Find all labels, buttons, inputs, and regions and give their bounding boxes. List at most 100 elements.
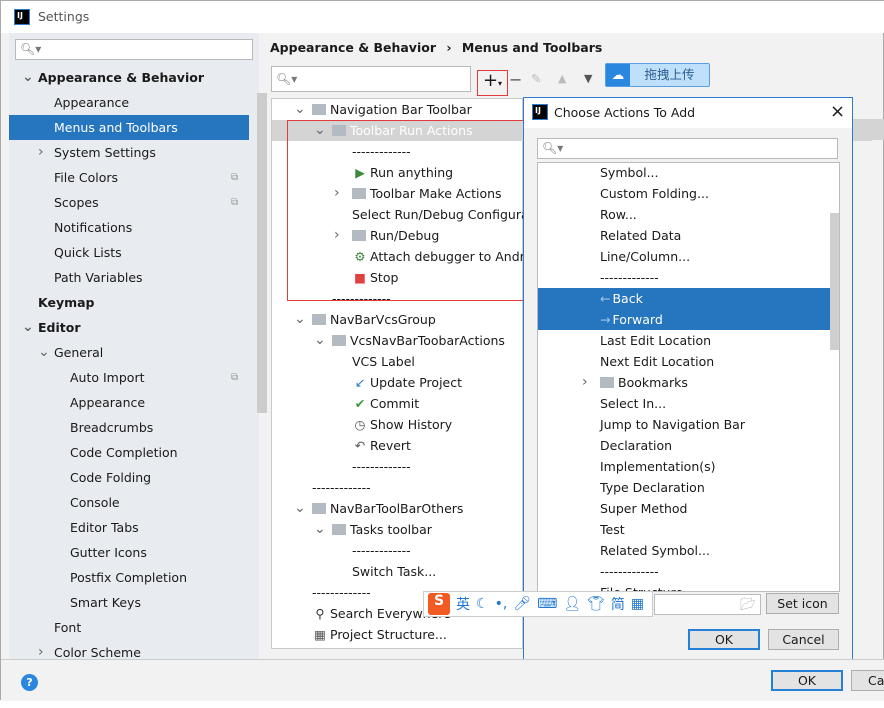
breadcrumb-parent[interactable]: Appearance & Behavior [270, 40, 436, 55]
moon-icon[interactable]: ☾ [476, 596, 489, 612]
sidebar-search-input[interactable]: 🔍︎▾ [15, 39, 253, 60]
dialog-cancel-button[interactable]: Cancel [768, 629, 839, 650]
chevron-down-icon[interactable]: ⌄ [38, 340, 50, 365]
sidebar-item[interactable]: Code Folding [9, 465, 249, 490]
project-scope-icon: ⧉ [231, 197, 239, 208]
action-item[interactable]: ------------- [538, 561, 830, 582]
skin-icon[interactable]: 👕︎ [587, 596, 605, 612]
action-item[interactable]: Related Symbol... [538, 540, 830, 561]
sidebar-item[interactable]: Keymap [9, 290, 249, 315]
user-icon[interactable]: 👤︎ [563, 596, 581, 612]
help-icon[interactable]: ? [21, 674, 38, 691]
folder-browse-icon[interactable]: 📂︎ [740, 596, 756, 612]
chevron-down-icon[interactable]: ⌄ [294, 309, 306, 330]
sidebar-item[interactable]: Gutter Icons [9, 540, 249, 565]
chevron-down-icon[interactable]: ⌄ [22, 315, 34, 340]
sidebar-item[interactable]: Console [9, 490, 249, 515]
action-item-label: Implementation(s) [600, 459, 716, 474]
move-up-button[interactable]: ▲ [558, 72, 566, 85]
ime-lang[interactable]: 英 [456, 594, 470, 614]
remove-button[interactable]: − [509, 70, 522, 89]
action-item-label: Test [600, 522, 625, 537]
sidebar-item[interactable]: Quick Lists [9, 240, 249, 265]
set-icon-button[interactable]: Set icon [766, 593, 839, 614]
dialog-search-input[interactable]: 🔍︎▾ [537, 138, 838, 159]
sidebar-item[interactable]: Editor Tabs [9, 515, 249, 540]
move-down-button[interactable]: ▼ [584, 72, 592, 85]
breadcrumb: Appearance & Behavior › Menus and Toolba… [270, 40, 602, 55]
breadcrumb-separator: › [446, 40, 452, 55]
sidebar-item[interactable]: Scopes ⧉ [9, 190, 249, 215]
sidebar-item[interactable]: Postfix Completion [9, 565, 249, 590]
sidebar-item[interactable]: Menus and Toolbars [9, 115, 249, 140]
sidebar-item[interactable]: Notifications [9, 215, 249, 240]
action-item[interactable]: → Forward [538, 309, 830, 330]
sidebar-item[interactable]: ⌄ Editor [9, 315, 249, 340]
list-scrollbar[interactable] [830, 213, 839, 350]
simplified-icon[interactable]: 简 [611, 594, 625, 614]
microphone-icon[interactable]: 🎤︎ [513, 596, 531, 612]
sidebar-item[interactable]: › System Settings [9, 140, 249, 165]
close-icon[interactable]: × [830, 101, 845, 122]
chevron-down-icon[interactable]: ⌄ [294, 99, 306, 120]
sidebar-item-label: Editor Tabs [70, 520, 139, 535]
sidebar-item[interactable]: Path Variables [9, 265, 249, 290]
action-item[interactable]: ------------- [538, 267, 830, 288]
tree-search-input[interactable]: 🔍︎▾ [271, 66, 471, 92]
action-item[interactable]: Symbol... [538, 163, 830, 183]
chevron-down-icon[interactable]: ⌄ [294, 498, 306, 519]
tree-node-label: Revert [370, 438, 411, 453]
punctuation-icon[interactable]: •, [495, 596, 508, 612]
cloud-icon: ☁ [606, 64, 630, 86]
action-item[interactable]: Related Data [538, 225, 830, 246]
action-item-label: Custom Folding... [600, 186, 709, 201]
grid-icon[interactable]: ▦ [631, 596, 644, 612]
tree-node-label: NavBarVcsGroup [330, 312, 436, 327]
action-item[interactable]: Custom Folding... [538, 183, 830, 204]
action-item[interactable]: ← Back [538, 288, 830, 309]
chevron-right-icon[interactable]: › [582, 372, 588, 393]
action-item[interactable]: Line/Column... [538, 246, 830, 267]
action-item[interactable]: Super Method [538, 498, 830, 519]
chevron-down-icon[interactable]: ⌄ [22, 65, 34, 90]
folder-icon [312, 104, 326, 115]
upload-widget[interactable]: ☁ 拖拽上传 [605, 63, 710, 87]
tree-node-label: ------------- [352, 543, 411, 558]
action-item[interactable]: Declaration [538, 435, 830, 456]
add-action-button[interactable]: +▾ [477, 70, 508, 96]
chevron-right-icon[interactable]: › [38, 140, 44, 165]
sidebar-item[interactable]: ⌄ General [9, 340, 249, 365]
action-item[interactable]: Jump to Navigation Bar [538, 414, 830, 435]
sidebar-item[interactable]: File Colors ⧉ [9, 165, 249, 190]
action-item[interactable]: › Bookmarks [538, 372, 830, 393]
sidebar-item[interactable]: Auto Import ⧉ [9, 365, 249, 390]
action-item-label: Line/Column... [600, 249, 691, 264]
chevron-down-icon[interactable]: ⌄ [314, 330, 326, 351]
chevron-down-icon[interactable]: ⌄ [314, 519, 326, 540]
keyboard-icon[interactable]: ⌨ [537, 596, 557, 612]
icon-path-input[interactable]: 📂︎ [654, 594, 761, 615]
sogou-logo-icon[interactable]: S [428, 593, 450, 615]
action-item[interactable]: Type Declaration [538, 477, 830, 498]
dialog-ok-button[interactable]: OK [688, 629, 760, 650]
action-item[interactable]: Test [538, 519, 830, 540]
sidebar-item[interactable]: ⌄ Appearance & Behavior [9, 65, 249, 90]
action-item[interactable]: Select In... [538, 393, 830, 414]
sidebar-scrollbar[interactable] [257, 93, 267, 413]
action-item[interactable]: Last Edit Location [538, 330, 830, 351]
actions-list[interactable]: Symbol... Custom Folding... Row... Related … [537, 162, 840, 592]
sidebar-item[interactable]: Code Completion [9, 440, 249, 465]
sidebar-item[interactable]: Smart Keys [9, 590, 249, 615]
sidebar-item[interactable]: Appearance [9, 90, 249, 115]
sidebar-item[interactable]: Font [9, 615, 249, 640]
action-item-label: Back [612, 291, 643, 306]
action-item[interactable]: Row... [538, 204, 830, 225]
history-icon: ◷ [354, 417, 366, 432]
edit-icon-button[interactable]: ✎ [531, 71, 541, 86]
action-item[interactable]: Implementation(s) [538, 456, 830, 477]
cancel-button[interactable]: Cancel [851, 670, 884, 691]
action-item[interactable]: Next Edit Location [538, 351, 830, 372]
sidebar-item[interactable]: Appearance [9, 390, 249, 415]
ok-button[interactable]: OK [771, 670, 843, 691]
sidebar-item[interactable]: Breadcrumbs [9, 415, 249, 440]
